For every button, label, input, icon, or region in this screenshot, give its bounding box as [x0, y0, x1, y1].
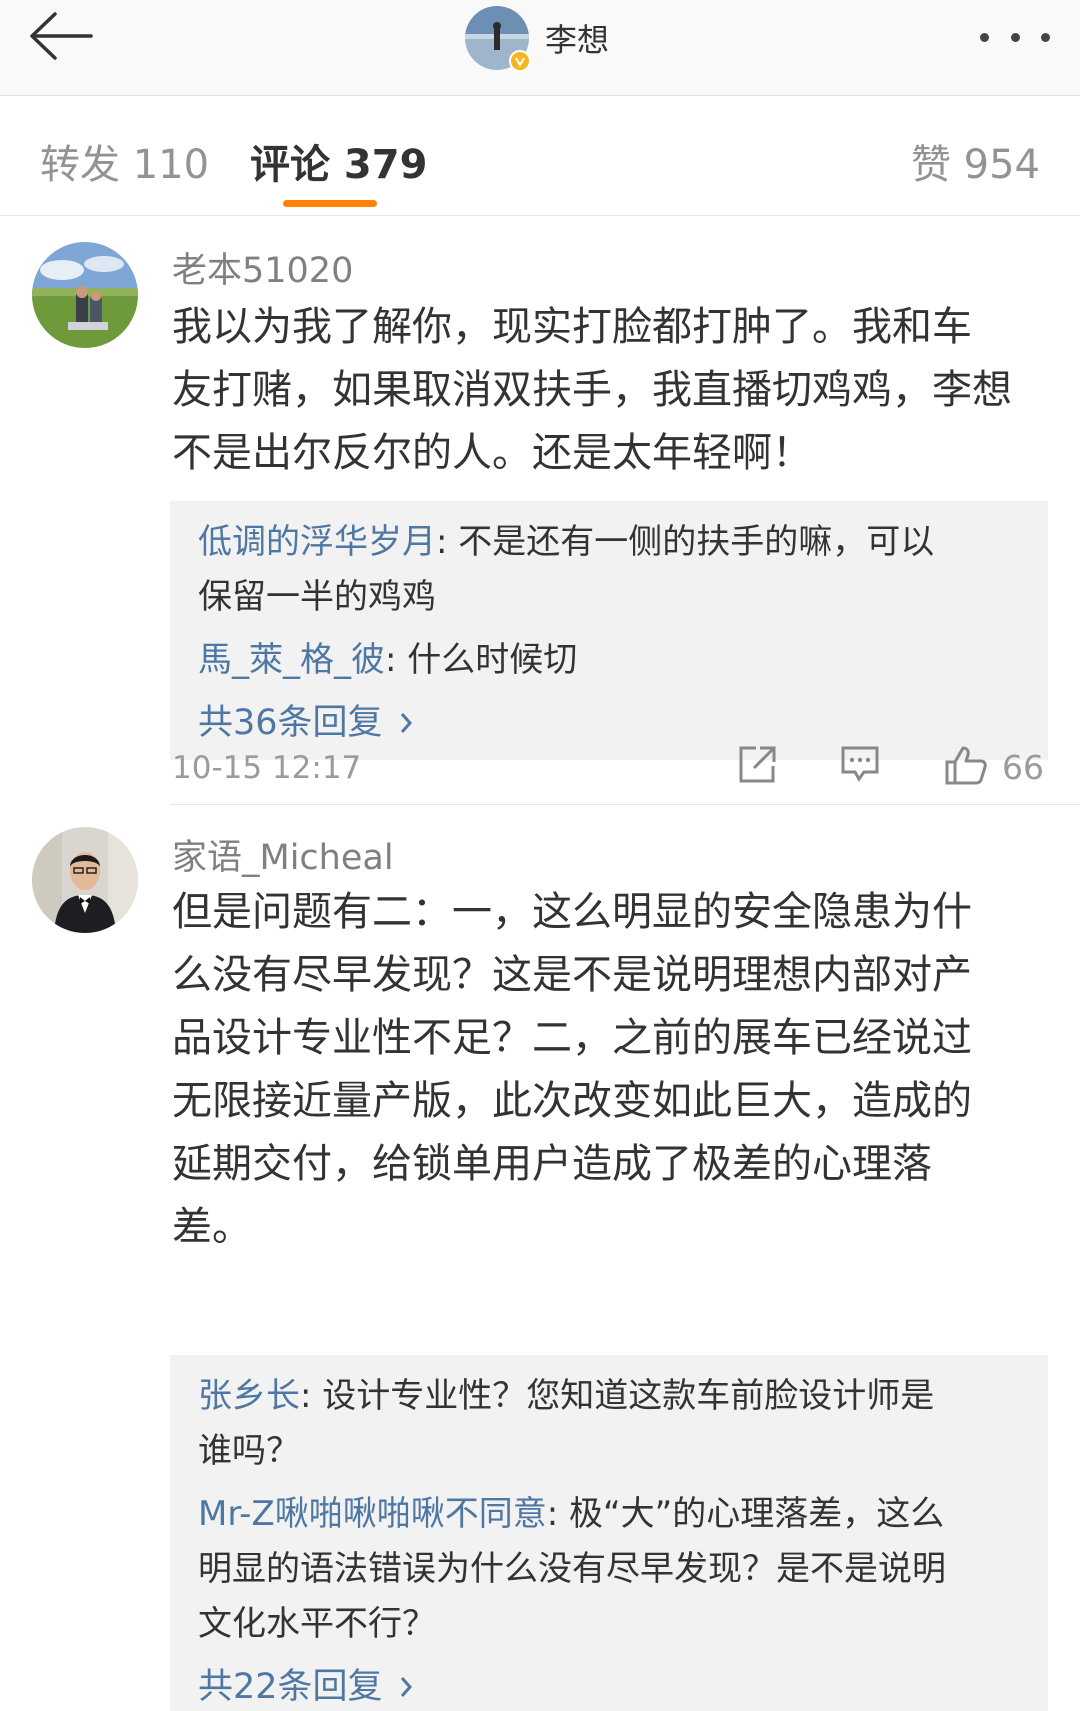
- reply-text: 不是还有一侧的扶手的嘛，可以: [458, 522, 935, 562]
- reply-text: 极“大”的心理落差，这么: [568, 1494, 945, 1534]
- thumbs-up-icon: [944, 744, 988, 790]
- reply-preview-box[interactable]: 低调的浮华岁月: 不是还有一侧的扶手的嘛，可以 保留一半的鸡鸡 馬_萊_格_彼: …: [170, 501, 1048, 760]
- reply-text: 什么时候切: [407, 640, 578, 680]
- reply-item: 低调的浮华岁月: 不是还有一侧的扶手的嘛，可以 保留一半的鸡鸡: [198, 515, 1020, 625]
- avatar[interactable]: [32, 827, 138, 933]
- reply-text: 明显的语法错误为什么没有尽早发现？是不是说明: [198, 1549, 946, 1589]
- tab-comment[interactable]: 评论 379: [250, 132, 427, 190]
- comment-text-line: 友打赌，如果取消双扶手，我直播切鸡鸡，李想: [172, 367, 1012, 413]
- back-button[interactable]: [22, 10, 98, 66]
- reply-item: 张乡长: 设计专业性？您知道这款车前脸设计师是 谁吗？: [198, 1369, 1020, 1479]
- reply-username[interactable]: 张乡长: [198, 1376, 300, 1416]
- reply-button[interactable]: [840, 744, 880, 788]
- view-more-replies-link[interactable]: 共22条回复: [198, 1660, 1020, 1711]
- comment-text-line: 但是问题有二：一，这么明显的安全隐患为什: [172, 889, 972, 935]
- more-dots-icon: [980, 32, 989, 42]
- comment-username[interactable]: 家语_Micheal: [172, 829, 394, 880]
- comment-divider: [170, 804, 1080, 805]
- reply-item: 馬_萊_格_彼: 什么时候切: [198, 633, 1020, 688]
- comment-text-line: 差。: [172, 1204, 252, 1250]
- arrow-left-icon: [27, 11, 93, 65]
- tab-like[interactable]: 赞 954: [911, 132, 1040, 190]
- like-button[interactable]: 66: [944, 744, 1044, 790]
- more-dots-icon: [1041, 32, 1050, 42]
- comment-text-line: 不是出尔反尔的人。还是太年轻啊！: [172, 430, 812, 476]
- reply-item: Mr-Z啾啪啾啪啾不同意: 极“大”的心理落差，这么明显的语法错误为什么没有尽早…: [198, 1487, 1020, 1652]
- verified-badge-icon: [509, 50, 531, 72]
- comment-text-line: 我以为我了解你，现实打脸都打肿了。我和车: [172, 304, 972, 350]
- reply-username[interactable]: 馬_萊_格_彼: [198, 640, 385, 680]
- more-replies-label[interactable]: 共22条回复: [198, 1660, 383, 1711]
- reply-preview-box[interactable]: 张乡长: 设计专业性？您知道这款车前脸设计师是 谁吗？ Mr-Z啾啪啾啪啾不同意:…: [170, 1355, 1048, 1711]
- weibo-author[interactable]: 李想: [465, 6, 609, 72]
- comment-icon: [840, 744, 880, 788]
- top-nav-bar: 李想: [0, 0, 1080, 96]
- chevron-right-icon: [399, 711, 413, 735]
- comment-time: 10-15 12:17: [172, 750, 362, 786]
- tab-repost[interactable]: 转发 110: [40, 132, 209, 190]
- reply-text: 谁吗？: [198, 1431, 300, 1471]
- reply-separator: :: [546, 1494, 569, 1534]
- active-tab-indicator: [283, 200, 377, 207]
- author-avatar[interactable]: [465, 6, 531, 72]
- weibo-tabs: 转发 110 评论 379 赞 954: [0, 96, 1080, 216]
- reply-separator: :: [385, 640, 408, 680]
- reply-separator: :: [436, 522, 459, 562]
- comment-text: 我以为我了解你，现实打脸都打肿了。我和车 友打赌，如果取消双扶手，我直播切鸡鸡，…: [172, 296, 1048, 485]
- more-dots-icon: [1010, 32, 1020, 42]
- avatar[interactable]: [32, 242, 138, 348]
- reply-username[interactable]: Mr-Z啾啪啾啪啾不同意: [198, 1494, 547, 1534]
- like-count: 66: [1002, 747, 1044, 787]
- comment-footer: 10-15 12:17 66: [172, 742, 1048, 792]
- comment-text-line: 延期交付，给锁单用户造成了极差的心理落: [172, 1141, 932, 1187]
- share-icon: [736, 744, 778, 790]
- share-button[interactable]: [736, 744, 778, 790]
- reply-text: 文化水平不行？: [198, 1604, 436, 1644]
- reply-separator: :: [300, 1376, 323, 1416]
- comment-text-line: 无限接近量产版，此次改变如此巨大，造成的: [172, 1078, 972, 1124]
- comment-text-line: 品设计专业性不足？二，之前的展车已经说过: [172, 1015, 972, 1061]
- chevron-right-icon: [399, 1675, 413, 1699]
- comment-text: 但是问题有二：一，这么明显的安全隐患为什 么没有尽早发现？这是不是说明理想内部对…: [172, 881, 1048, 1259]
- reply-text: 保留一半的鸡鸡: [198, 577, 436, 617]
- author-name[interactable]: 李想: [545, 15, 609, 61]
- comment-text-line: 么没有尽早发现？这是不是说明理想内部对产: [172, 952, 972, 998]
- reply-text: 设计专业性？您知道这款车前脸设计师是: [322, 1376, 935, 1416]
- reply-username[interactable]: 低调的浮华岁月: [198, 522, 436, 562]
- more-options-button[interactable]: [980, 22, 1050, 52]
- comment-username[interactable]: 老本51020: [172, 242, 353, 293]
